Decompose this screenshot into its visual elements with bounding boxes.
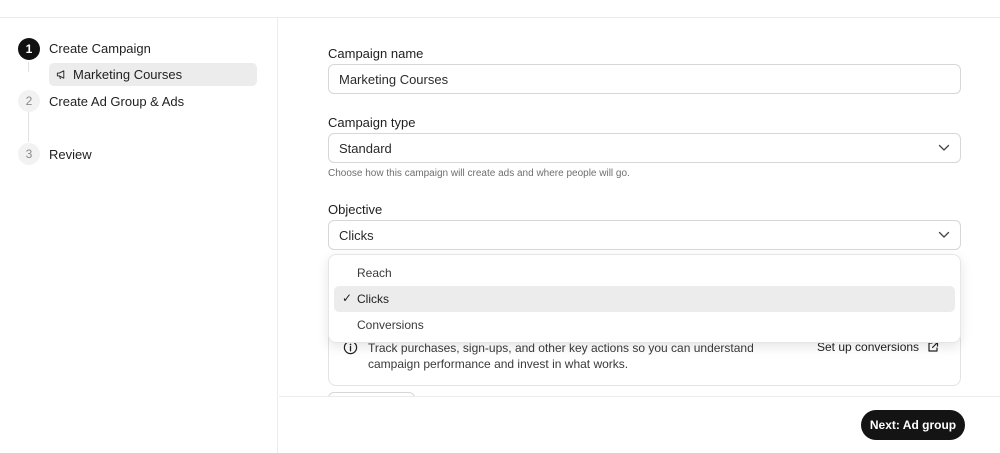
step-connector bbox=[28, 112, 29, 142]
campaign-name-label: Campaign name bbox=[328, 46, 424, 61]
checkmark-icon: ✓ bbox=[342, 291, 353, 305]
objective-value: Clicks bbox=[339, 227, 374, 243]
campaign-type-help: Choose how this campaign will create ads… bbox=[328, 168, 630, 179]
objective-dropdown-menu: Reach ✓ Clicks Conversions bbox=[328, 254, 961, 343]
top-bar bbox=[0, 0, 1000, 18]
conversions-info-box: Track purchases, sign-ups, and other key… bbox=[328, 336, 961, 386]
objective-option-clicks[interactable]: ✓ Clicks bbox=[334, 286, 955, 312]
step-1-indicator: 1 bbox=[18, 38, 40, 60]
sidebar-item-label: Marketing Courses bbox=[73, 67, 183, 82]
objective-option-reach[interactable]: Reach bbox=[334, 260, 955, 286]
megaphone-icon bbox=[56, 70, 65, 80]
option-label: Reach bbox=[357, 266, 392, 280]
option-label: Conversions bbox=[357, 318, 424, 332]
info-text: Track purchases, sign-ups, and other key… bbox=[368, 341, 754, 371]
campaign-name-value: Marketing Courses bbox=[339, 71, 449, 87]
form-footer: Next: Ad group bbox=[279, 396, 1000, 453]
campaign-type-select[interactable]: Standard bbox=[328, 133, 961, 163]
option-label: Clicks bbox=[357, 292, 389, 306]
step-connector bbox=[28, 62, 29, 72]
objective-label: Objective bbox=[328, 202, 383, 217]
step-2-indicator: 2 bbox=[18, 90, 40, 112]
step-3-label[interactable]: Review bbox=[49, 147, 92, 162]
chevron-down-icon bbox=[938, 144, 950, 151]
chevron-down-icon bbox=[938, 231, 950, 238]
sidebar-item-campaign[interactable]: Marketing Courses bbox=[49, 63, 257, 86]
step-3-indicator: 3 bbox=[18, 143, 40, 165]
objective-select[interactable]: Clicks bbox=[328, 220, 961, 250]
step-1-label[interactable]: Create Campaign bbox=[49, 41, 151, 56]
campaign-type-value: Standard bbox=[339, 140, 392, 156]
objective-option-conversions[interactable]: Conversions bbox=[334, 312, 955, 338]
step-2-label[interactable]: Create Ad Group & Ads bbox=[49, 94, 184, 109]
campaign-name-input[interactable]: Marketing Courses bbox=[328, 64, 961, 94]
next-ad-group-button[interactable]: Next: Ad group bbox=[861, 410, 965, 440]
stepper-sidebar: 1 Create Campaign Marketing Courses 2 Cr… bbox=[0, 18, 278, 453]
campaign-form: Campaign name Marketing Courses Campaign… bbox=[279, 18, 1000, 453]
campaign-type-label: Campaign type bbox=[328, 115, 416, 130]
